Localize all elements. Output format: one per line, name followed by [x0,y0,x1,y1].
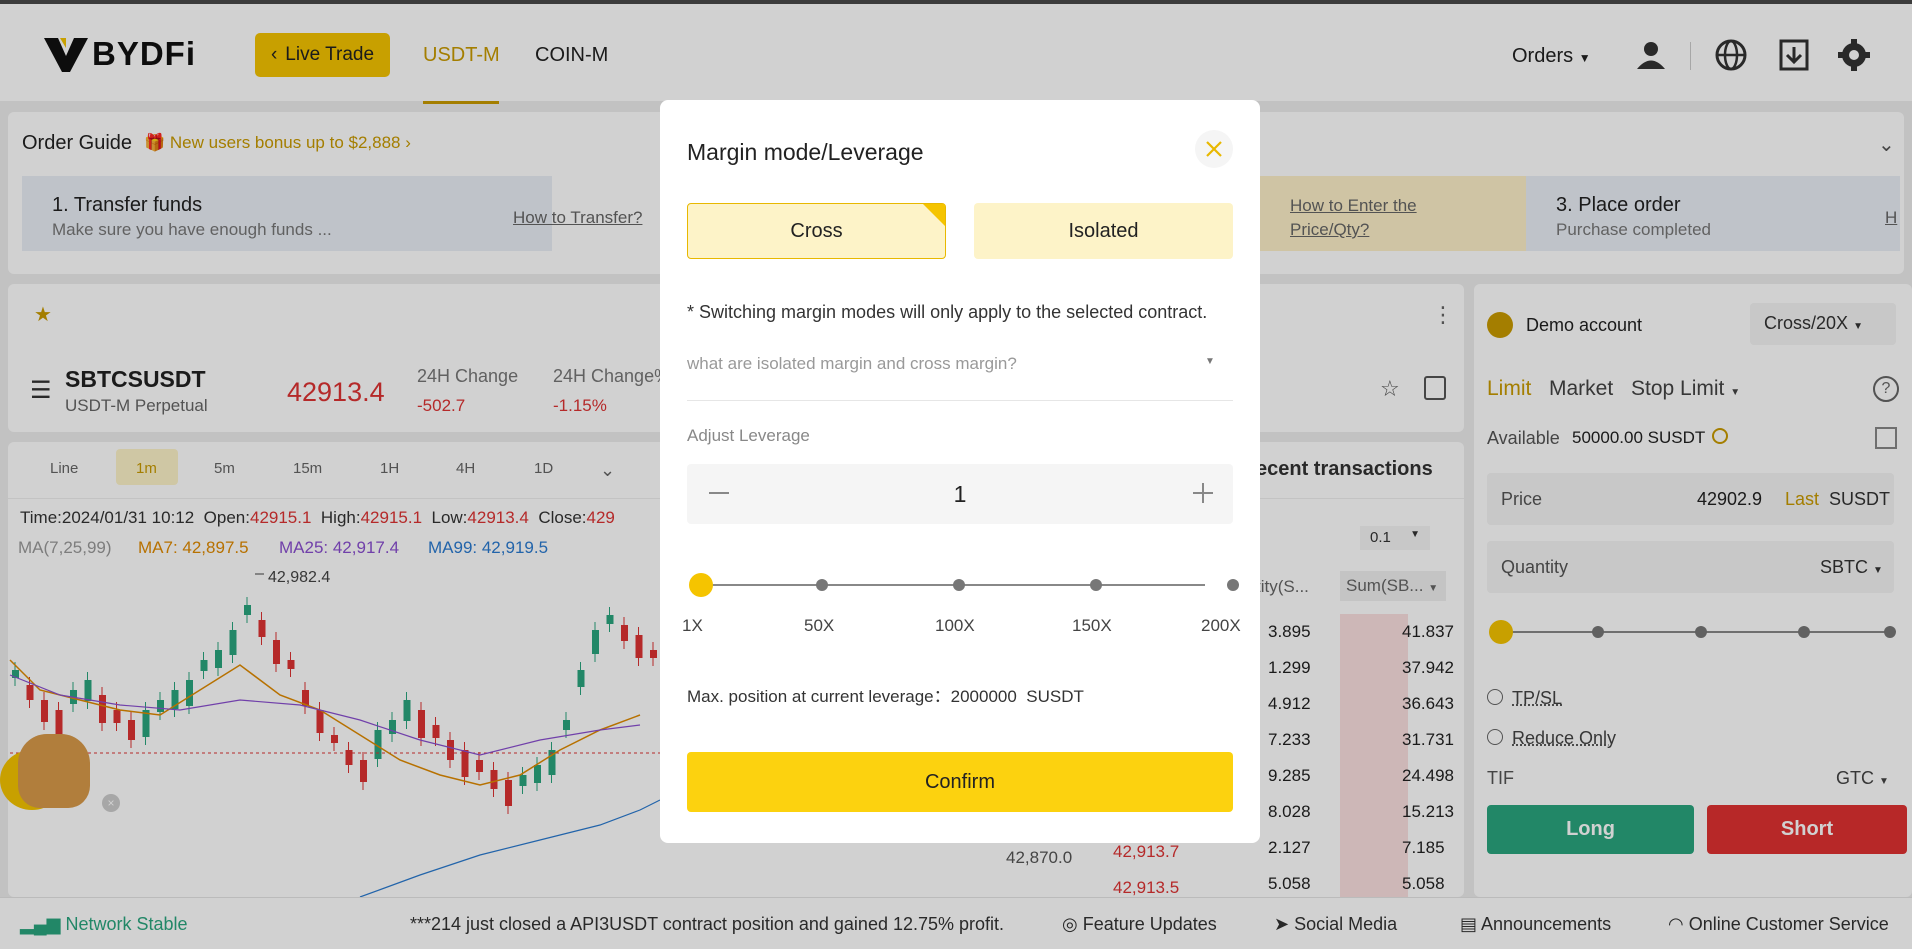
leverage-stepper[interactable]: 1 [687,464,1233,524]
isolated-label: Isolated [1068,219,1139,242]
tick-1x: 1X [682,616,703,635]
leverage-slider-knob[interactable] [689,573,713,597]
close-icon [1206,141,1222,157]
modal-title: Margin mode/Leverage [687,139,924,165]
plus-icon-vertical [1202,483,1204,503]
confirm-button[interactable]: Confirm [687,752,1233,812]
slider-dot[interactable] [816,579,828,591]
max-position-unit: SUSDT [1026,687,1084,706]
mode-note: * Switching margin modes will only apply… [687,302,1208,322]
adjust-leverage-label: Adjust Leverage [687,426,810,445]
faq-label: what are isolated margin and cross margi… [687,354,1017,373]
tick-200x: 200X [1201,616,1241,635]
tick-150x: 150X [1072,616,1112,635]
cross-mode-button[interactable]: Cross [687,203,946,259]
slider-dot[interactable] [1090,579,1102,591]
isolated-mode-button[interactable]: Isolated [974,203,1233,259]
tick-50x: 50X [804,616,835,635]
margin-faq-toggle[interactable]: what are isolated margin and cross margi… [687,354,1017,374]
slider-dot[interactable] [1227,579,1239,591]
divider [687,400,1233,401]
max-position-label: Max. position at current leverage： [687,687,951,706]
caret-down-icon[interactable]: ▼ [1205,356,1215,367]
max-position: Max. position at current leverage：200000… [687,682,1084,707]
max-position-value: 2000000 [950,687,1017,706]
tick-100x: 100X [935,616,975,635]
close-button[interactable] [1195,130,1233,168]
selected-check-icon [923,204,945,226]
margin-leverage-modal: Margin mode/Leverage Cross Isolated * Sw… [660,100,1260,843]
leverage-input[interactable]: 1 [687,481,1233,508]
slider-dot[interactable] [953,579,965,591]
cross-label: Cross [790,219,843,242]
